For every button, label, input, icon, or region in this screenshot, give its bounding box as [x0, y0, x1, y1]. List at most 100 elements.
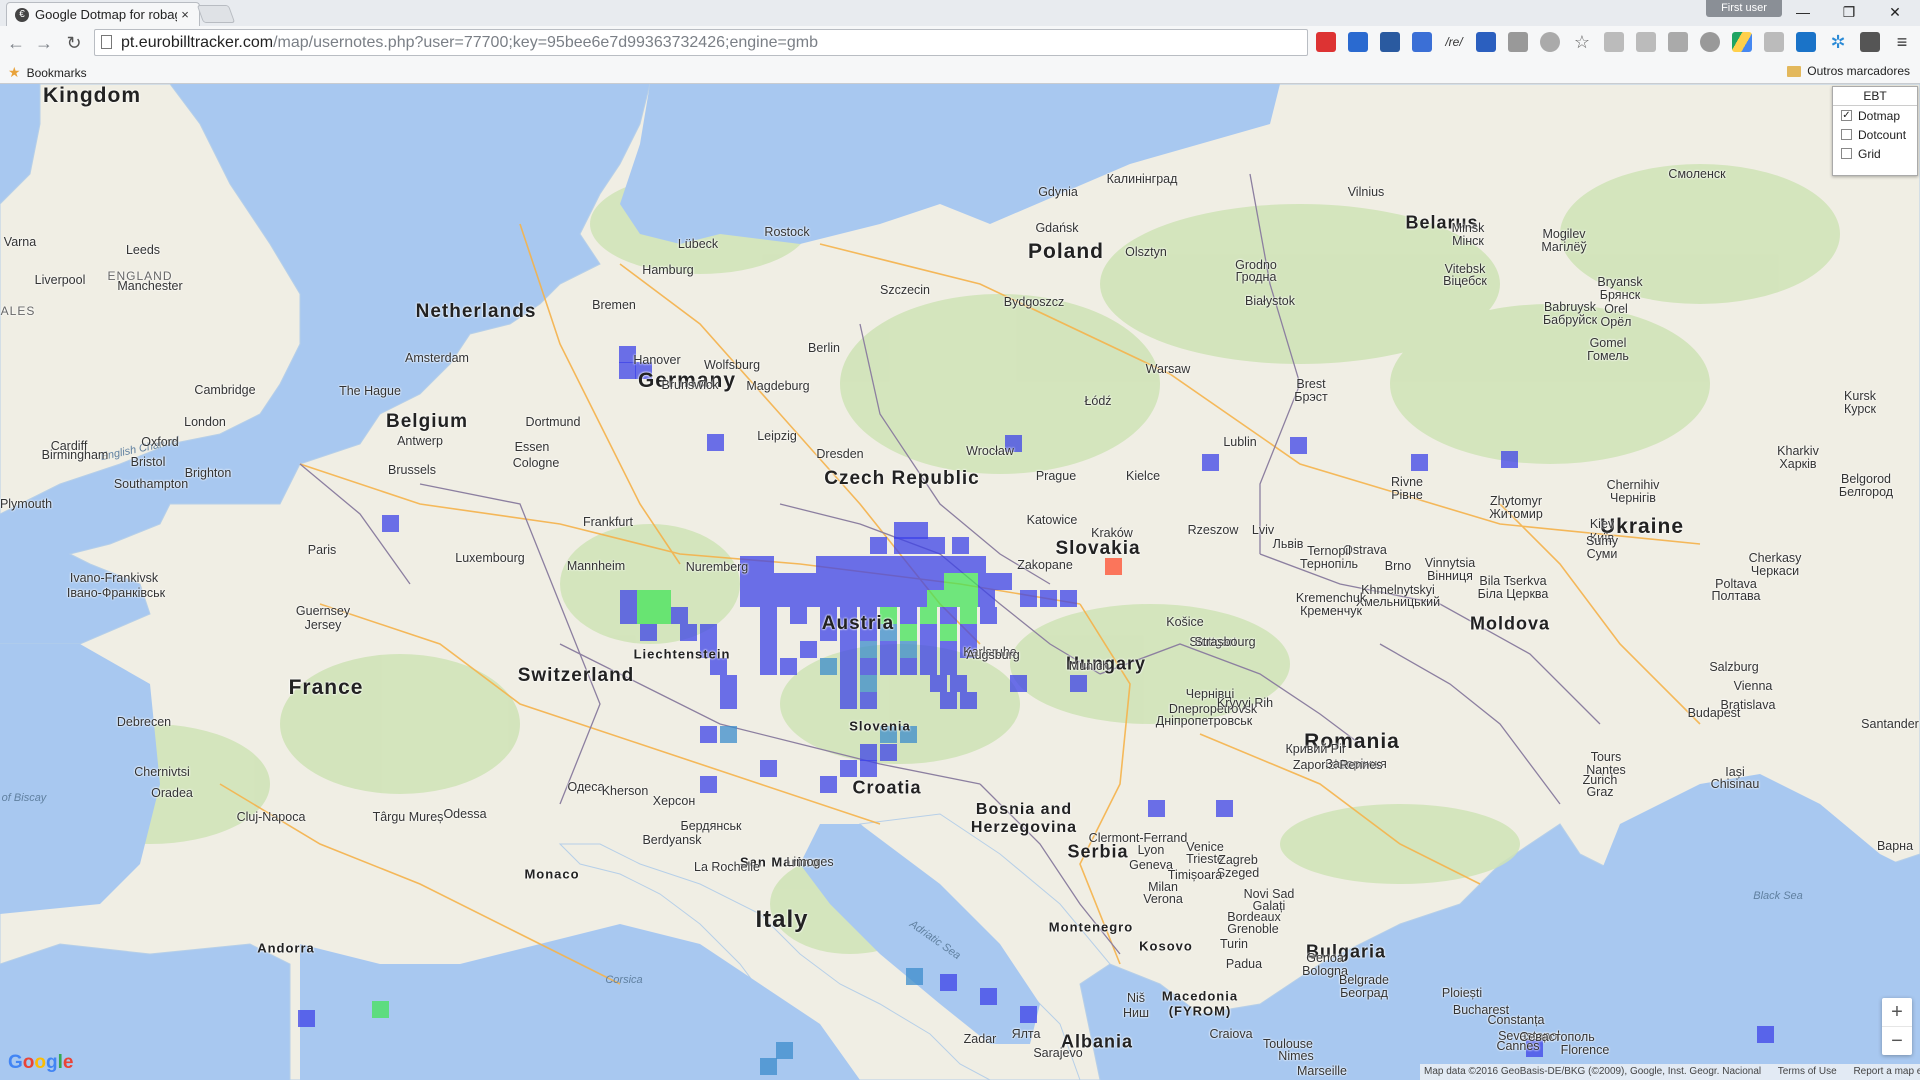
- extension-lines-icon[interactable]: [1508, 32, 1528, 52]
- dotmap-cell: [740, 590, 757, 607]
- profile-badge[interactable]: First user: [1706, 0, 1782, 17]
- extension-translate-icon[interactable]: [1412, 32, 1432, 52]
- extension-reddit-icon[interactable]: /re/: [1444, 32, 1464, 52]
- extension-puzzle-icon[interactable]: [1636, 32, 1656, 52]
- minimize-icon[interactable]: —: [1780, 0, 1826, 24]
- logo-letter: e: [62, 1052, 74, 1073]
- dotmap-cell: [893, 573, 910, 590]
- extension-mail-icon[interactable]: [1860, 32, 1880, 52]
- dotmap-cell: [1216, 800, 1233, 817]
- dotmap-cell: [935, 556, 952, 573]
- eurobilltracker-favicon-icon: €: [15, 7, 29, 22]
- dotmap-cell: [860, 760, 877, 777]
- dotmap-cell: [833, 556, 850, 573]
- extension-doc-icon[interactable]: [1668, 32, 1688, 52]
- extension-chat-icon[interactable]: [1764, 32, 1784, 52]
- layer-grid-toggle[interactable]: Grid: [1833, 144, 1917, 163]
- menu-hamburger-icon[interactable]: ≡: [1892, 32, 1912, 52]
- dotmap-cell: [760, 624, 777, 641]
- dotmap-cell: [760, 760, 777, 777]
- dotmap-cell: [637, 607, 654, 624]
- dotmap-cell: [944, 573, 961, 590]
- extension-stack-icon[interactable]: [1380, 32, 1400, 52]
- dotmap-cell: [757, 556, 774, 573]
- star-icon: ★: [8, 64, 21, 80]
- dotmap-cell: [840, 624, 857, 641]
- dotmap-cell: [860, 675, 877, 692]
- dotmap-cell: [700, 641, 717, 658]
- dotmap-cell: [884, 556, 901, 573]
- dotmap-cell: [1411, 454, 1428, 471]
- dotmap-cell: [671, 607, 688, 624]
- dotmap-cell: [928, 537, 945, 554]
- dotmap-cell: [961, 590, 978, 607]
- dotmap-cell: [1290, 437, 1307, 454]
- dotmap-cell: [900, 726, 917, 743]
- browser-tab[interactable]: € Google Dotmap for robag ×: [6, 2, 200, 26]
- dotmap-cell: [894, 537, 911, 554]
- extension-flag-icon[interactable]: [1796, 32, 1816, 52]
- map-attribution: Map data ©2016 GeoBasis-DE/BKG (©2009), …: [1420, 1064, 1920, 1080]
- dotmap-cell: [1040, 590, 1057, 607]
- extension-red-icon[interactable]: [1316, 32, 1336, 52]
- dotmap-cell: [680, 624, 697, 641]
- dotmap-cell: [940, 607, 957, 624]
- checkbox-icon[interactable]: ✓: [1841, 110, 1852, 121]
- restore-icon[interactable]: ❐: [1826, 0, 1872, 24]
- dotmap-cell: [1020, 1006, 1037, 1023]
- layer-dotmap-toggle[interactable]: ✓ Dotmap: [1833, 106, 1917, 125]
- reload-icon[interactable]: ↻: [62, 31, 86, 55]
- dotmap-cell: [1010, 675, 1027, 692]
- report-error-link[interactable]: Report a map error: [1853, 1066, 1920, 1077]
- zoom-control: + −: [1882, 998, 1912, 1055]
- window-close-icon[interactable]: ✕: [1872, 0, 1918, 24]
- back-arrow-icon[interactable]: ←: [4, 31, 28, 55]
- dotmap-cell: [910, 573, 927, 590]
- dotmap-cell: [927, 573, 944, 590]
- extension-camera-icon[interactable]: [1604, 32, 1624, 52]
- tab-close-icon[interactable]: ×: [177, 7, 193, 23]
- extension-snowflake-icon[interactable]: ✲: [1828, 32, 1848, 52]
- google-logo[interactable]: Google: [8, 1052, 73, 1074]
- extension-diamond-icon[interactable]: [1476, 32, 1496, 52]
- bookmark-star-icon[interactable]: ☆: [1572, 32, 1592, 52]
- dotmap-cell: [940, 692, 957, 709]
- logo-letter: g: [46, 1052, 58, 1073]
- other-bookmarks-folder[interactable]: Outros marcadores: [1787, 64, 1910, 78]
- dotmap-cell: [920, 624, 937, 641]
- extension-compass-icon[interactable]: [1700, 32, 1720, 52]
- dotmap-cell: [920, 658, 937, 675]
- extension-circle-icon[interactable]: [1540, 32, 1560, 52]
- checkbox-icon[interactable]: [1841, 148, 1852, 159]
- dotmap-cell: [760, 1058, 777, 1075]
- dotmap-cell: [900, 607, 917, 624]
- address-bar[interactable]: pt.eurobilltracker.com/map/usernotes.php…: [94, 29, 1308, 56]
- checkbox-icon[interactable]: [1841, 129, 1852, 140]
- dotmap-cell: [940, 641, 957, 658]
- dotmap-cell: [820, 776, 837, 793]
- dotmap-cell: [825, 573, 842, 590]
- dotmap-cell: [760, 641, 777, 658]
- dotmap-cell: [860, 658, 877, 675]
- dotmap-cell: [776, 1042, 793, 1059]
- zoom-out-button[interactable]: −: [1882, 1027, 1912, 1055]
- extension-blue-icon[interactable]: [1348, 32, 1368, 52]
- zoom-in-button[interactable]: +: [1882, 998, 1912, 1026]
- new-tab-button[interactable]: [196, 5, 236, 23]
- forward-arrow-icon[interactable]: →: [32, 31, 56, 55]
- dotmap-cell: [710, 658, 727, 675]
- logo-letter: o: [22, 1052, 35, 1073]
- bookmarks-folder[interactable]: ★ Bookmarks: [8, 64, 87, 81]
- google-drive-icon[interactable]: [1732, 32, 1752, 52]
- dotmap-cell: [910, 590, 927, 607]
- dotmap-cell: [978, 573, 995, 590]
- dotmap-cell: [960, 692, 977, 709]
- dotmap-cell: [900, 624, 917, 641]
- layer-dotcount-toggle[interactable]: Dotcount: [1833, 125, 1917, 144]
- terms-link[interactable]: Terms of Use: [1778, 1066, 1837, 1077]
- dotmap-cell: [1148, 800, 1165, 817]
- map-canvas[interactable]: Kingdom Netherlands Germany Poland Belar…: [0, 84, 1920, 1080]
- dotmap-cell: [774, 573, 791, 590]
- dotmap-cell: [700, 726, 717, 743]
- dotmap-cell: [757, 573, 774, 590]
